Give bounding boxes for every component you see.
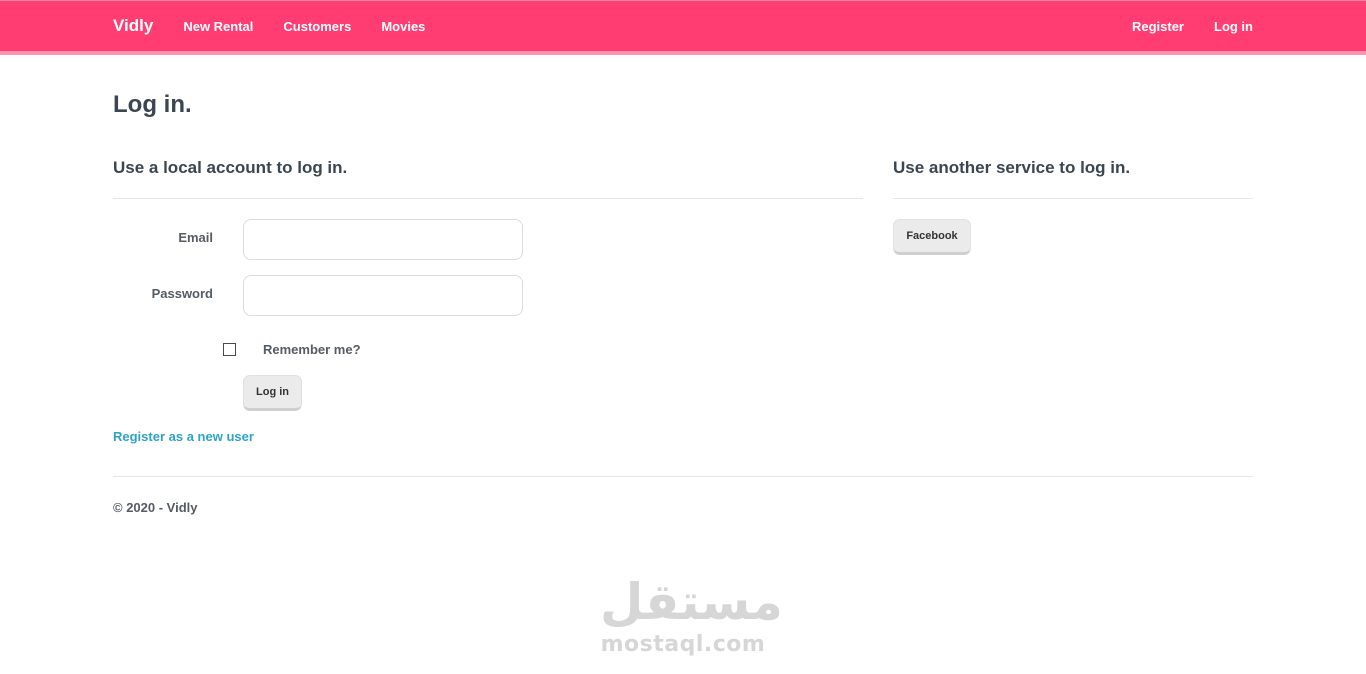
nav-login[interactable]: Log in (1214, 19, 1253, 34)
brand-link[interactable]: Vidly (113, 16, 153, 36)
nav-new-rental[interactable]: New Rental (183, 19, 253, 34)
external-login-heading: Use another service to log in. (893, 158, 1131, 177)
nav-register[interactable]: Register (1132, 19, 1184, 34)
footer-copyright: © 2020 - Vidly (113, 500, 198, 515)
watermark-logo-latin: mostaql.com (600, 632, 766, 657)
navbar: Vidly New Rental Customers Movies Regist… (0, 0, 1366, 55)
footer-divider (113, 476, 1253, 477)
register-new-user-link[interactable]: Register as a new user (113, 429, 254, 444)
nav-customers[interactable]: Customers (283, 19, 351, 34)
navbar-right: Register Log in (1102, 19, 1253, 34)
password-label: Password (151, 286, 213, 301)
facebook-login-button[interactable]: Facebook (893, 219, 971, 255)
remember-me-label[interactable]: Remember me? (263, 342, 361, 357)
navbar-inner: Vidly New Rental Customers Movies Regist… (113, 1, 1253, 51)
watermark-logo-arabic: مستقل (600, 573, 783, 631)
external-login-divider (893, 198, 1253, 199)
email-label: Email (178, 230, 213, 245)
page-title: Log in. (113, 91, 192, 118)
local-login-divider (113, 198, 863, 199)
remember-me-checkbox[interactable] (223, 343, 236, 356)
login-submit-button[interactable]: Log in (243, 375, 302, 411)
nav-movies[interactable]: Movies (381, 19, 425, 34)
email-field[interactable] (243, 219, 523, 260)
password-field[interactable] (243, 275, 523, 316)
local-login-heading: Use a local account to log in. (113, 158, 348, 177)
